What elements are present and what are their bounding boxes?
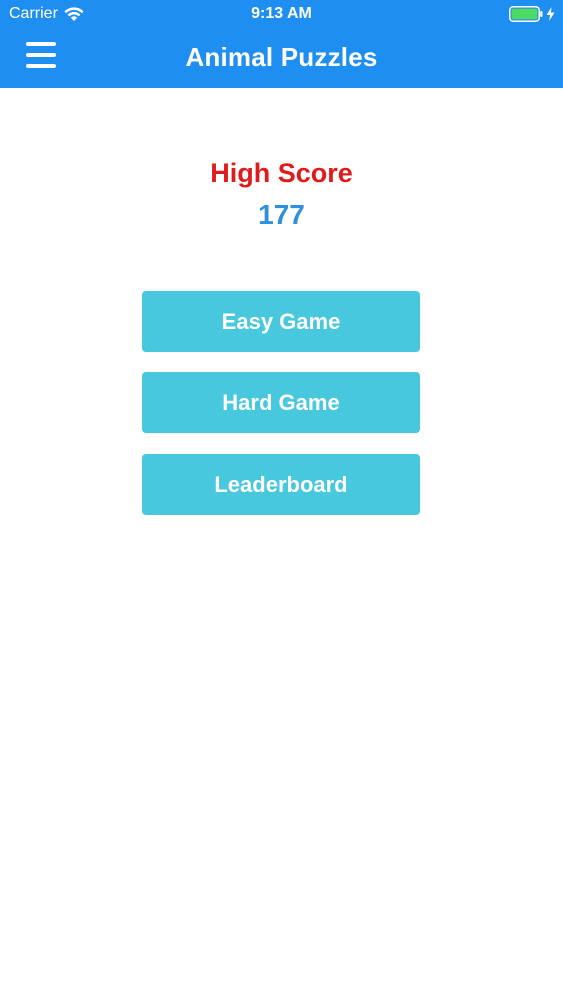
high-score-value: 177 [258, 199, 305, 230]
hard-game-button[interactable]: Hard Game [142, 372, 420, 433]
battery-icon [509, 6, 543, 22]
battery-indicator [509, 6, 555, 22]
status-time: 9:13 AM [251, 5, 312, 22]
easy-game-button[interactable]: Easy Game [142, 291, 420, 352]
leaderboard-button[interactable]: Leaderboard [142, 454, 420, 515]
page-title: Animal Puzzles [185, 42, 378, 72]
status-bar: Carrier 9:13 AM [0, 0, 563, 30]
header: Carrier 9:13 AM Animal Puzzles [0, 0, 563, 88]
charging-bolt-icon [546, 7, 555, 21]
nav-bar: Animal Puzzles [0, 30, 563, 88]
high-score-label: High Score [210, 158, 353, 188]
